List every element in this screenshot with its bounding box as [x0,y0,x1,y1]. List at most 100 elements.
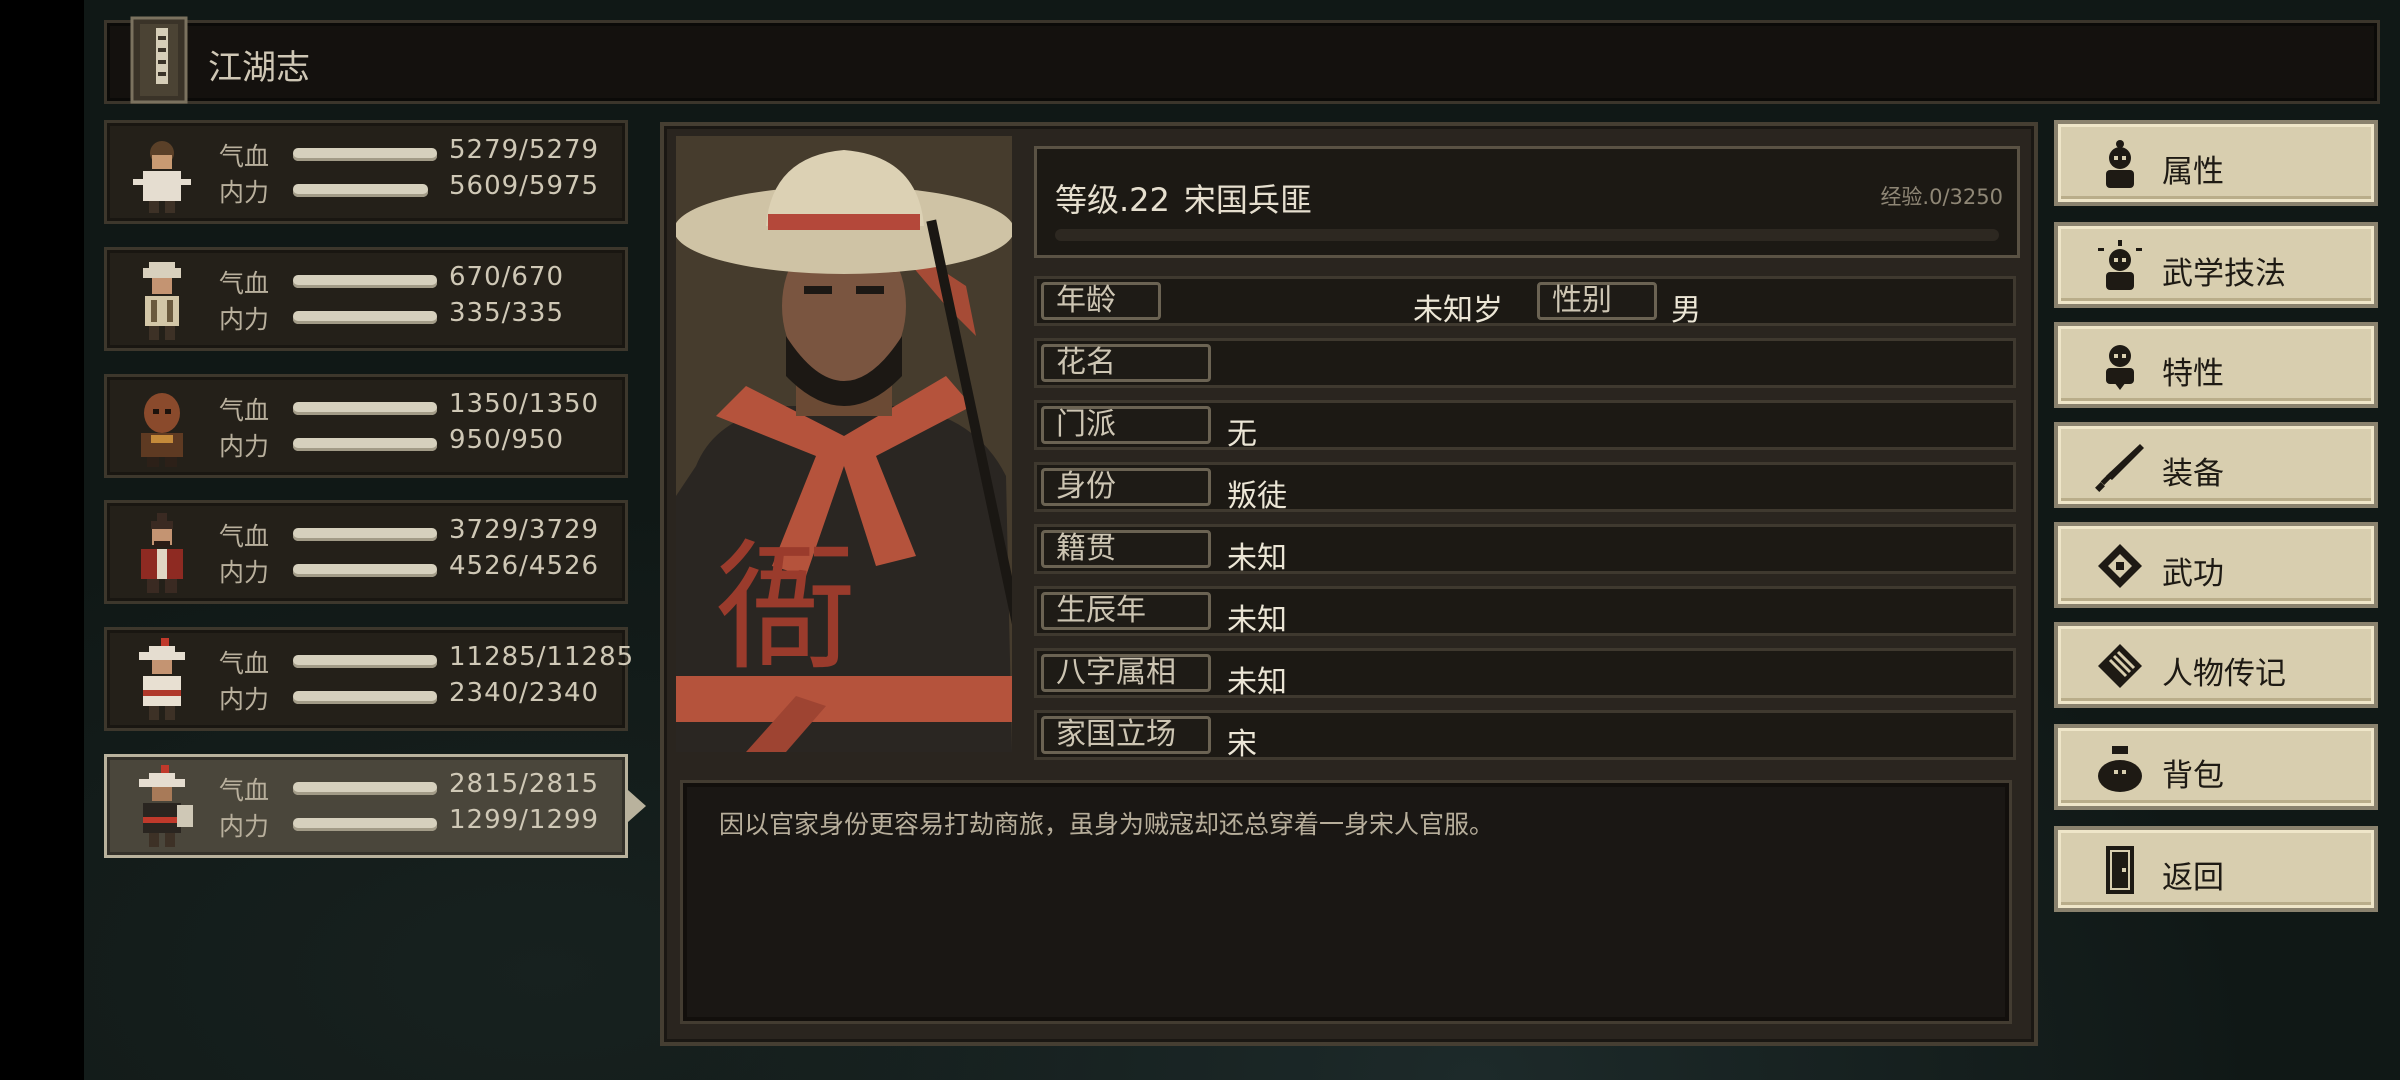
description-text: 因以官家身份更容易打劫商旅，虽身为贼寇却还总穿着一身宋人官服。 [719,810,1495,839]
hp-value: 3729/3729 [449,515,600,545]
description-box: 因以官家身份更容易打劫商旅，虽身为贼寇却还总穿着一身宋人官服。 [680,780,2012,1024]
mp-label: 内力 [219,305,270,334]
mp-value: 2340/2340 [449,678,600,708]
menu-button-back[interactable]: 返回 [2054,826,2378,912]
menu-button-kungfu[interactable]: 武功 [2054,522,2378,608]
mp-bar [293,311,437,324]
hp-bar [293,782,437,795]
menu-button-attributes[interactable]: 属性 [2054,120,2378,206]
character-title: 宋国兵匪 [1183,181,1312,219]
hp-value: 5279/5279 [449,135,600,165]
character-avatar-icon [139,638,185,720]
mp-value: 950/950 [449,425,565,455]
info-row-nickname: 花名 [1034,338,2016,388]
hp-label: 气血 [219,269,270,298]
info-label: 八字属相 [1041,654,1211,692]
info-value: 宋 [1227,727,1257,762]
mp-bar [293,438,437,451]
party-member-6-selected[interactable]: 气血 2815/2815 内力 1299/1299 [104,754,628,858]
mp-label: 内力 [219,812,270,841]
sword-icon [2095,444,2144,492]
header-bar [104,20,2380,104]
party-member-3[interactable]: 气血 1350/1350 内力 950/950 [104,374,628,478]
hp-bar [293,275,437,288]
info-label: 花名 [1041,344,1211,382]
hp-label: 气血 [219,142,270,171]
menu-label: 属性 [2162,154,2224,190]
character-avatar-icon [143,262,181,340]
mp-bar [293,691,437,704]
hp-label: 气血 [219,522,270,551]
info-label: 家国立场 [1041,716,1211,754]
hp-value: 2815/2815 [449,769,600,799]
mp-bar [293,564,437,577]
character-avatar-icon [139,765,193,847]
info-value: 叛徒 [1227,479,1287,514]
character-avatar-icon [141,393,183,467]
hp-label: 气血 [219,649,270,678]
menu-label: 武学技法 [2162,256,2286,292]
character-portrait: 衙 [676,136,1012,752]
info-label: 籍贯 [1041,530,1211,568]
portrait-emblem: 衙 [716,527,856,690]
info-row-birth-year: 生辰年 未知 [1034,586,2016,638]
portrait-illustration-icon: 衙 [676,136,1012,752]
info-row-identity: 身份 叛徒 [1034,462,2016,514]
mp-label: 内力 [219,685,270,714]
hp-bar [293,148,437,161]
gender-label: 性别 [1537,282,1657,320]
info-label: 身份 [1041,468,1211,506]
mp-label: 内力 [219,432,270,461]
level-value: 等级.22 [1055,181,1170,219]
gender-value: 男 [1671,293,1701,328]
bag-icon [2098,746,2142,792]
info-row-allegiance: 家国立场 宋 [1034,710,2016,762]
hp-bar [293,402,437,415]
exp-text: 经验.0/3250 [1880,185,2003,209]
character-avatar-icon [133,141,191,213]
mp-value: 5609/5975 [449,171,600,201]
info-value: 未知 [1227,603,1287,638]
info-row-hometown: 籍贯 未知 [1034,524,2016,576]
info-label: 门派 [1041,406,1211,444]
mp-bar [293,818,437,831]
info-value: 未知 [1227,541,1287,576]
party-member-5[interactable]: 气血 11285/11285 内力 2340/2340 [104,627,633,731]
info-row-zodiac: 八字属相 未知 [1034,648,2016,700]
info-value: 未知 [1227,665,1287,700]
party-member-1[interactable]: 气血 5279/5279 内力 5609/5975 [104,120,628,224]
menu-button-traits[interactable]: 特性 [2054,322,2378,408]
age-label: 年龄 [1041,282,1161,320]
exp-bar [1055,229,1999,241]
mp-value: 335/335 [449,298,565,328]
menu-button-equipment[interactable]: 装备 [2054,422,2378,508]
info-label: 生辰年 [1041,592,1211,630]
menu-button-martial-skills[interactable]: 武学技法 [2054,222,2378,308]
scroll-book-icon [2098,544,2142,588]
menu-label: 人物传记 [2162,656,2286,692]
page-title: 江湖志 [208,48,310,88]
hp-label: 气血 [219,776,270,805]
mp-value: 4526/4526 [449,551,600,581]
menu-button-biography[interactable]: 人物传记 [2054,622,2378,708]
hp-bar [293,528,437,541]
party-member-4[interactable]: 气血 3729/3729 内力 4526/4526 [104,500,628,604]
person-icon [2106,140,2134,188]
mp-label: 内力 [219,558,270,587]
mp-bar [293,184,429,197]
menu-label: 背包 [2162,758,2224,794]
menu-button-backpack[interactable]: 背包 [2054,724,2378,810]
hp-value: 11285/11285 [449,642,635,672]
person-heart-icon [2106,345,2134,390]
menu-label: 特性 [2162,356,2224,392]
party-member-2[interactable]: 气血 670/670 内力 335/335 [104,247,628,351]
selected-arrow-icon [628,790,646,822]
door-icon [2106,846,2134,894]
menu-label: 返回 [2162,860,2224,896]
menu-label: 装备 [2162,456,2224,492]
hp-bar [293,655,437,668]
info-row-sect: 门派 无 [1034,400,2016,452]
info-value: 无 [1227,417,1257,452]
hp-label: 气血 [219,396,270,425]
mp-value: 1299/1299 [449,805,600,835]
